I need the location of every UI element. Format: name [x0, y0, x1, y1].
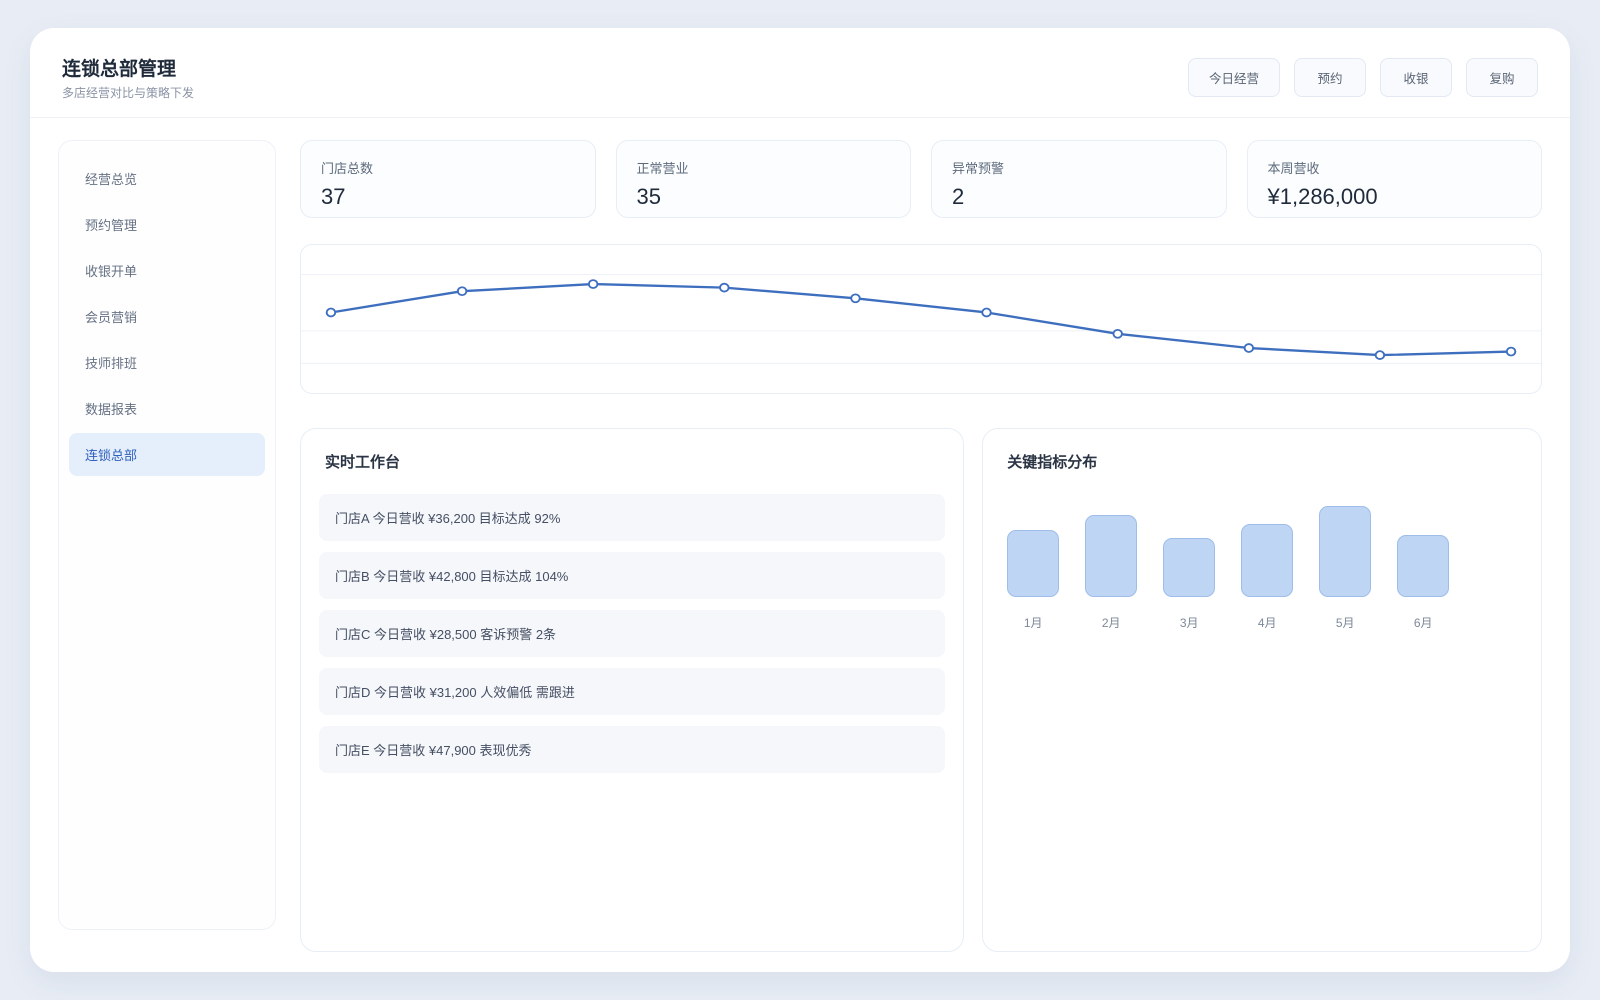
- header-button-reservation[interactable]: 预约: [1294, 58, 1366, 97]
- bar-label: 5月: [1335, 616, 1355, 630]
- stat-card-weekly-revenue: 本周营收 ¥1,286,000: [1246, 140, 1542, 218]
- app-window: 连锁总部管理 多店经营对比与策略下发 今日经营 预约 收银 复购 经营总览 预约…: [30, 28, 1570, 972]
- sidebar-item-business-overview[interactable]: 经营总览: [69, 157, 265, 200]
- revenue-trend-line-chart: [300, 244, 1542, 394]
- stat-label: 本周营收: [1267, 161, 1320, 176]
- realtime-workbench-panel: 实时工作台 门店A 今日营收 ¥36,200 目标达成 92% 门店B 今日营收…: [300, 428, 965, 952]
- stat-value: ¥1,286,000: [1267, 184, 1378, 209]
- bar-column: 4月: [1241, 524, 1294, 631]
- app-body: 经营总览 预约管理 收银开单 会员营销 技师排班 数据报表 连锁总部 门店总数 …: [30, 118, 1570, 972]
- sidebar-item-technician-scheduling[interactable]: 技师排班: [69, 341, 265, 384]
- sidebar: 经营总览 预约管理 收银开单 会员营销 技师排班 数据报表 连锁总部: [58, 140, 276, 930]
- workbench-item-store-c: 门店C 今日营收 ¥28,500 客诉预警 2条: [319, 610, 946, 657]
- stat-label: 门店总数: [321, 161, 374, 176]
- stat-card-total-stores: 门店总数 37: [300, 140, 596, 218]
- bar-jun: [1397, 535, 1450, 597]
- stat-value: 35: [636, 184, 661, 209]
- header-titles: 连锁总部管理 多店经营对比与策略下发: [62, 54, 194, 101]
- header-button-repurchase[interactable]: 复购: [1466, 58, 1538, 97]
- bar-column: 5月: [1319, 506, 1372, 631]
- stat-value: 37: [321, 184, 346, 209]
- bar-label: 6月: [1413, 616, 1433, 630]
- sidebar-item-chain-headquarters[interactable]: 连锁总部: [69, 433, 265, 476]
- bar-column: 2月: [1085, 515, 1138, 631]
- bar-apr: [1241, 524, 1294, 597]
- workbench-item-store-e: 门店E 今日营收 ¥47,900 表现优秀: [319, 726, 946, 773]
- app-header: 连锁总部管理 多店经营对比与策略下发 今日经营 预约 收银 复购: [30, 28, 1570, 118]
- header-actions: 今日经营 预约 收银 复购: [1187, 58, 1538, 97]
- key-metrics-panel: 关键指标分布 1月 2月 3月 4月 5月 6月: [982, 428, 1542, 952]
- page-background: 连锁总部管理 多店经营对比与策略下发 今日经营 预约 收银 复购 经营总览 预约…: [0, 0, 1600, 1000]
- stat-label: 正常营业: [636, 161, 689, 176]
- stat-label: 异常预警: [952, 161, 1005, 176]
- sidebar-item-data-reports[interactable]: 数据报表: [69, 387, 265, 430]
- workbench-item-store-a: 门店A 今日营收 ¥36,200 目标达成 92%: [319, 494, 946, 541]
- header-button-today-business[interactable]: 今日经营: [1187, 58, 1280, 97]
- bar-label: 3月: [1179, 616, 1199, 630]
- stat-card-normal-operating: 正常营业 35: [615, 140, 911, 218]
- sidebar-item-cashier-billing[interactable]: 收银开单: [69, 249, 265, 292]
- workbench-item-store-b: 门店B 今日营收 ¥42,800 目标达成 104%: [319, 552, 946, 599]
- bottom-row: 实时工作台 门店A 今日营收 ¥36,200 目标达成 92% 门店B 今日营收…: [300, 428, 1542, 952]
- stat-value: 2: [952, 184, 965, 209]
- stats-row: 门店总数 37 正常营业 35 异常预警 2 本周营收 ¥1,286,000: [300, 140, 1542, 218]
- bar-label: 4月: [1257, 616, 1277, 630]
- bar-label: 2月: [1101, 616, 1121, 630]
- sidebar-item-member-marketing[interactable]: 会员营销: [69, 295, 265, 338]
- bar-feb: [1085, 515, 1138, 597]
- bar-column: 1月: [1007, 530, 1060, 631]
- page-subtitle: 多店经营对比与策略下发: [62, 86, 195, 100]
- header-button-cashier[interactable]: 收银: [1380, 58, 1452, 97]
- bar-column: 3月: [1163, 538, 1216, 631]
- workbench-title: 实时工作台: [325, 454, 401, 471]
- workbench-item-store-d: 门店D 今日营收 ¥31,200 人效偏低 需跟进: [319, 668, 946, 715]
- line-chart-svg: [301, 274, 1541, 364]
- bar-jan: [1007, 530, 1060, 597]
- stat-card-abnormal-alerts: 异常预警 2: [931, 140, 1227, 218]
- bar-mar: [1163, 538, 1216, 597]
- bar-label: 1月: [1023, 616, 1043, 630]
- page-title: 连锁总部管理: [62, 59, 177, 80]
- bar-may: [1319, 506, 1372, 597]
- metrics-title: 关键指标分布: [1007, 454, 1098, 471]
- bar-column: 6月: [1397, 535, 1450, 631]
- main-content: 门店总数 37 正常营业 35 异常预警 2 本周营收 ¥1,286,000 实…: [300, 140, 1542, 952]
- metrics-bar-chart: 1月 2月 3月 4月 5月 6月: [1007, 506, 1523, 631]
- sidebar-item-reservation-management[interactable]: 预约管理: [69, 203, 265, 246]
